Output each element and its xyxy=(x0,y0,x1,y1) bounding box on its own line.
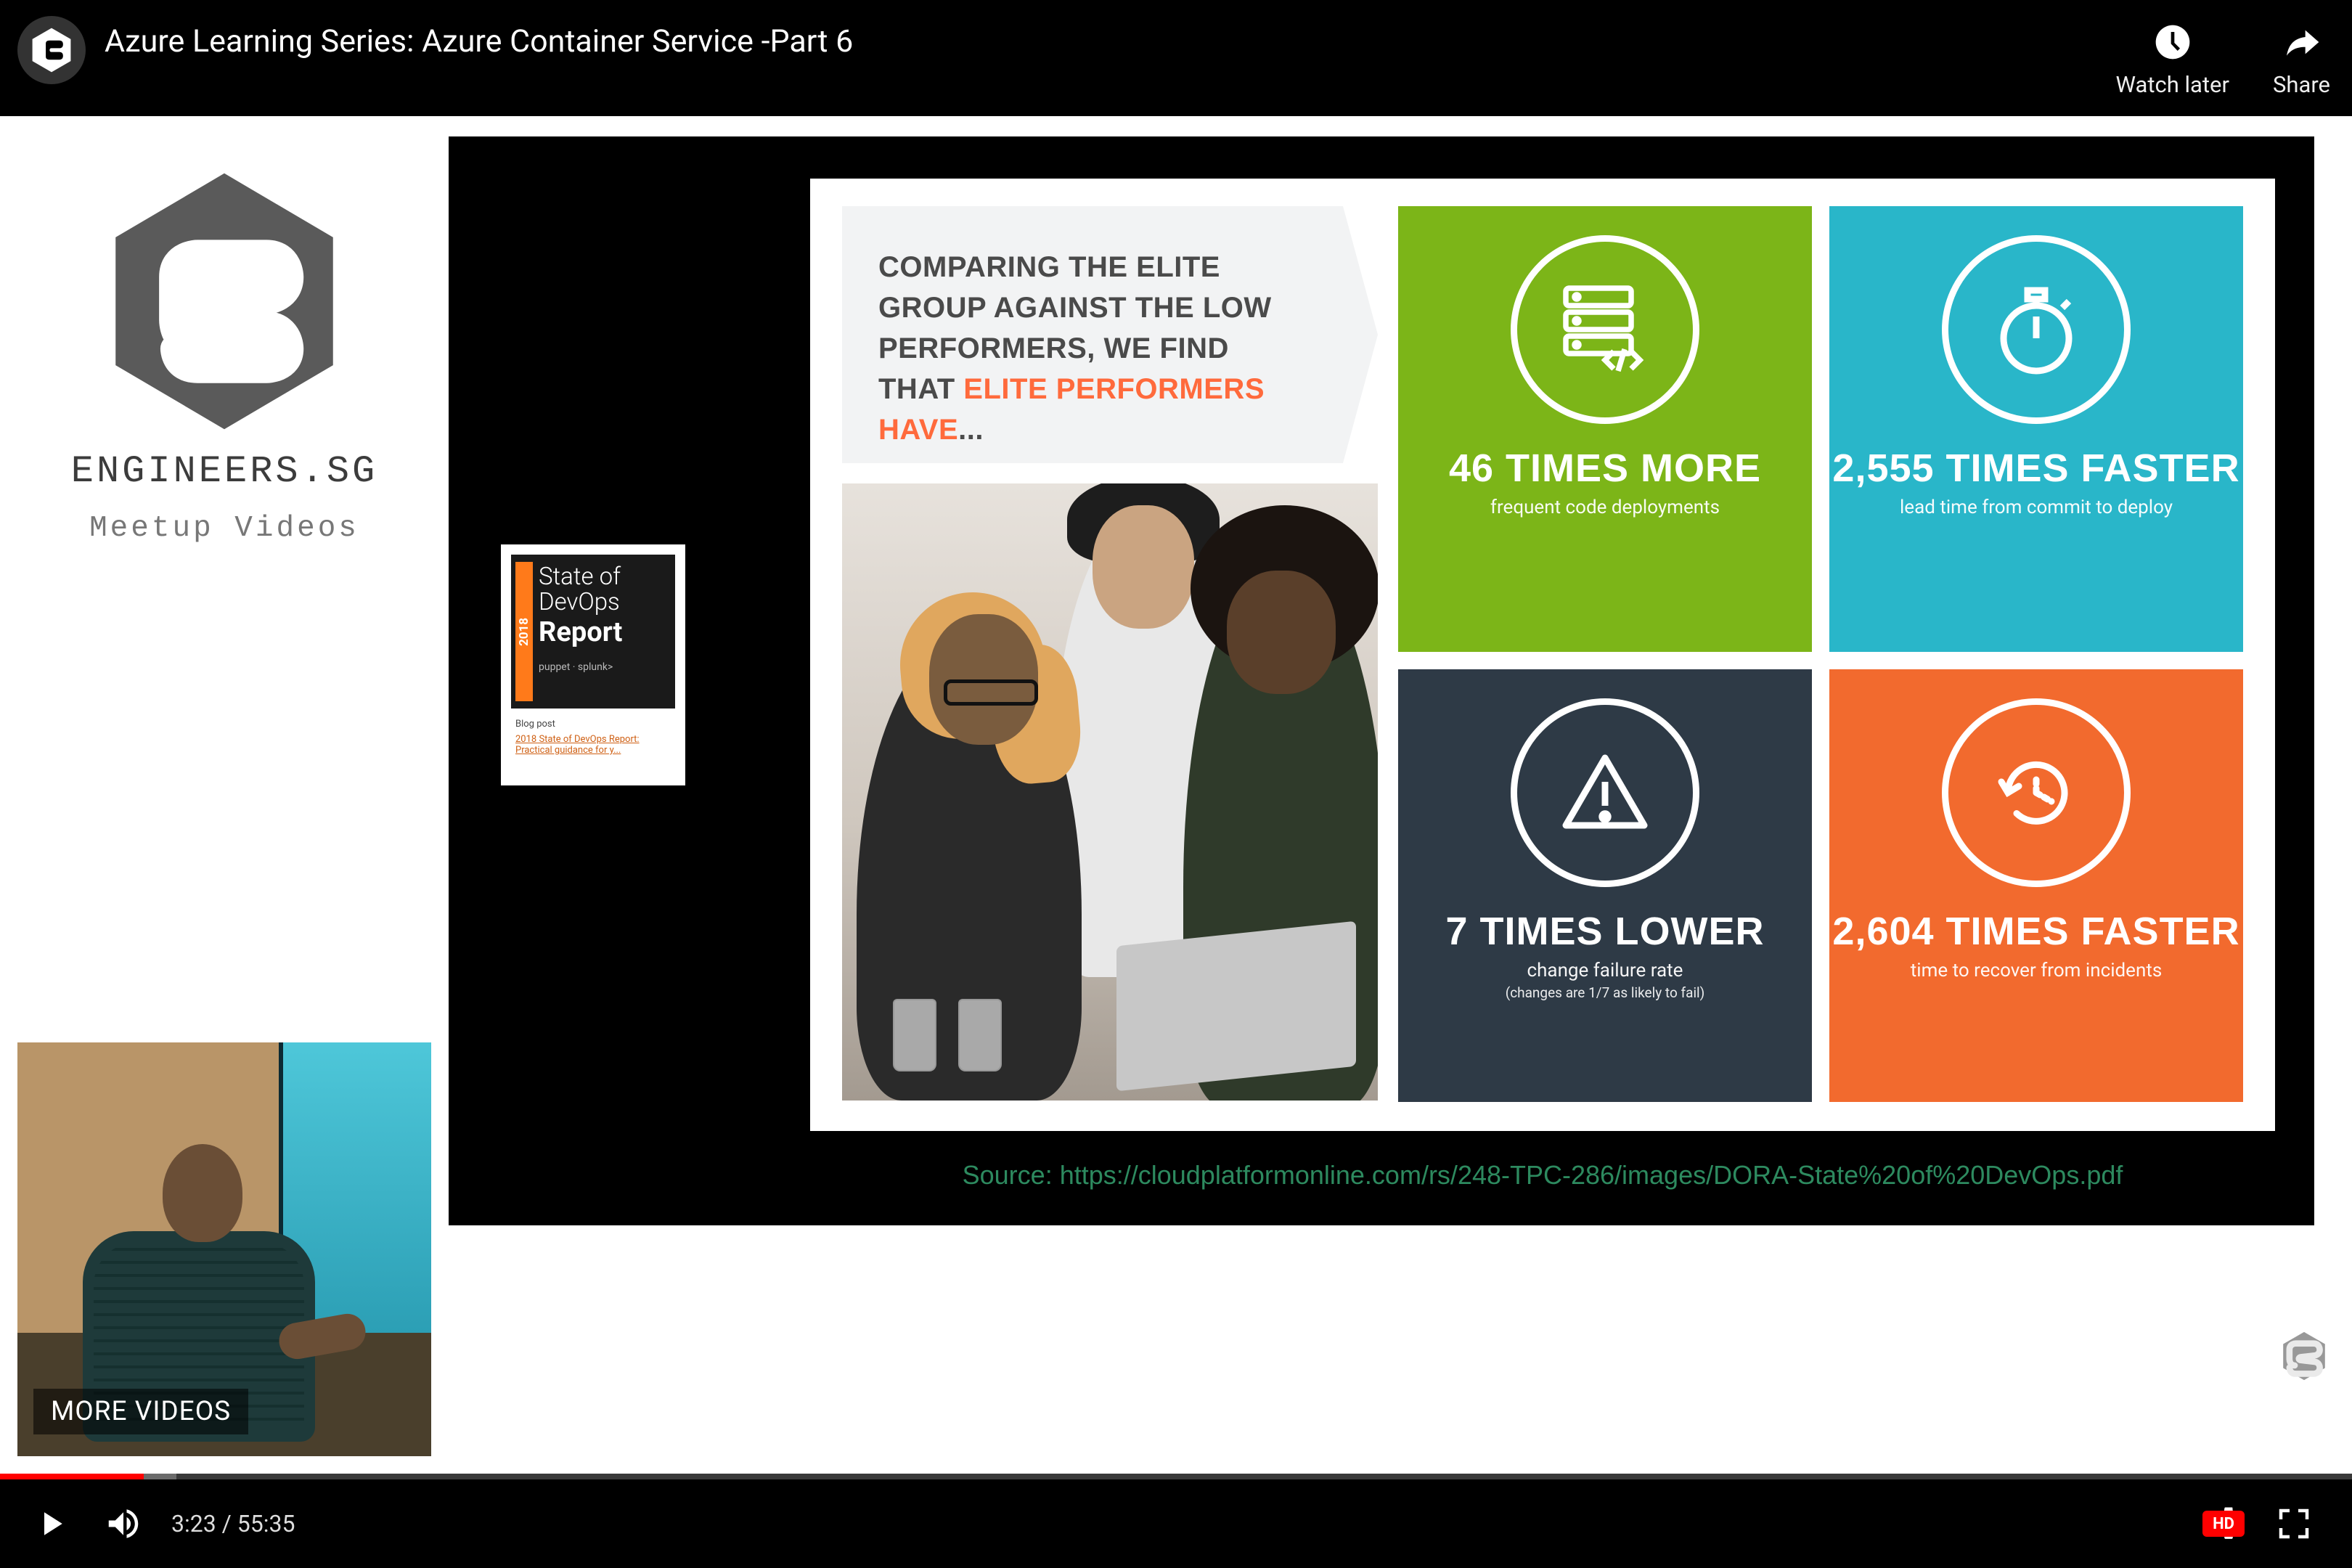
theater-mode-button[interactable] xyxy=(2258,1487,2330,1560)
engineers-sg-panel: ENGINEERS.SG Meetup Videos MORE VIDEOS xyxy=(0,116,449,1474)
hd-badge: HD xyxy=(2202,1511,2245,1537)
video-titlebar: Azure Learning Series: Azure Container S… xyxy=(0,0,2352,116)
infographic-heading: COMPARING THE ELITE GROUP AGAINST THE LO… xyxy=(842,206,1343,463)
tile-small: time to recover from incidents xyxy=(1911,960,2163,981)
share-button[interactable]: Share xyxy=(2273,22,2330,98)
share-label: Share xyxy=(2273,71,2330,98)
duration: 55:35 xyxy=(237,1510,295,1538)
dora-infographic: COMPARING THE ELITE GROUP AGAINST THE LO… xyxy=(810,179,2275,1131)
channel-avatar[interactable] xyxy=(17,16,86,84)
brand-subtitle: Meetup Videos xyxy=(89,512,359,545)
current-time: 3:23 xyxy=(171,1510,216,1538)
devops-blog-link: 2018 State of DevOps Report: Practical g… xyxy=(515,734,671,756)
volume-icon xyxy=(104,1504,143,1543)
engineers-sg-logo-icon xyxy=(94,167,355,436)
tile-big: 2,555 TIMES FASTER xyxy=(1832,446,2239,491)
devops-line2: DevOps xyxy=(539,590,666,616)
stopwatch-icon xyxy=(1942,235,2131,424)
heading-ellipsis: ... xyxy=(958,414,984,446)
tile-recovery: 2,604 TIMES FASTER time to recover from … xyxy=(1829,669,2243,1102)
restore-clock-icon xyxy=(1942,698,2131,887)
infographic-photo xyxy=(842,483,1378,1101)
play-icon xyxy=(31,1504,70,1543)
settings-button[interactable]: HD xyxy=(2200,1502,2258,1545)
time-display: 3:23 / 55:35 xyxy=(171,1510,295,1538)
clock-icon xyxy=(2152,22,2193,62)
source-citation: Source: https://cloudplatformonline.com/… xyxy=(810,1160,2275,1191)
share-arrow-icon xyxy=(2282,22,2322,62)
tile-failure-rate: 7 TIMES LOWER change failure rate (chang… xyxy=(1398,669,1812,1102)
speaker-pip: MORE VIDEOS xyxy=(17,1042,431,1456)
tile-big: 7 TIMES LOWER xyxy=(1445,909,1764,954)
video-stage: ENGINEERS.SG Meetup Videos MORE VIDEOS 2… xyxy=(0,116,2352,1474)
tile-small: lead time from commit to deploy xyxy=(1900,497,2173,518)
tile-tiny: (changes are 1/7 as likely to fail) xyxy=(1506,984,1705,1001)
devops-report-card: 2018 State of DevOps Report puppet · spl… xyxy=(501,544,685,785)
theater-icon xyxy=(2274,1504,2314,1543)
devops-blogpost-label: Blog post xyxy=(515,719,671,730)
devops-brands: puppet · splunk> xyxy=(539,661,666,673)
tile-small: change failure rate xyxy=(1527,960,1683,981)
warning-triangle-icon xyxy=(1511,698,1699,887)
watch-later-button[interactable]: Watch later xyxy=(2116,22,2229,98)
devops-line1: State of xyxy=(539,565,666,590)
server-code-icon xyxy=(1511,235,1699,424)
devops-year-badge: 2018 xyxy=(515,562,533,701)
channel-watermark-icon[interactable] xyxy=(2278,1330,2330,1382)
presentation-slide: 2018 State of DevOps Report puppet · spl… xyxy=(449,136,2314,1225)
watch-later-label: Watch later xyxy=(2116,71,2229,98)
time-separator: / xyxy=(216,1510,237,1538)
tile-big: 46 TIMES MORE xyxy=(1449,446,1761,491)
hex-e-icon xyxy=(28,26,75,74)
brand-title: ENGINEERS.SG xyxy=(71,450,377,493)
player-controls: 3:23 / 55:35 HD xyxy=(0,1474,2352,1568)
more-videos-button[interactable]: MORE VIDEOS xyxy=(33,1389,248,1434)
tile-deployments: 46 TIMES MORE frequent code deployments xyxy=(1398,206,1812,652)
play-button[interactable] xyxy=(15,1487,87,1560)
devops-line3: Report xyxy=(539,616,666,648)
tile-leadtime: 2,555 TIMES FASTER lead time from commit… xyxy=(1829,206,2243,652)
progress-played xyxy=(0,1474,144,1479)
tile-big: 2,604 TIMES FASTER xyxy=(1832,909,2239,954)
progress-bar[interactable] xyxy=(0,1474,2352,1479)
tile-small: frequent code deployments xyxy=(1490,497,1720,518)
video-title: Azure Learning Series: Azure Container S… xyxy=(105,16,2116,62)
volume-button[interactable] xyxy=(87,1487,160,1560)
